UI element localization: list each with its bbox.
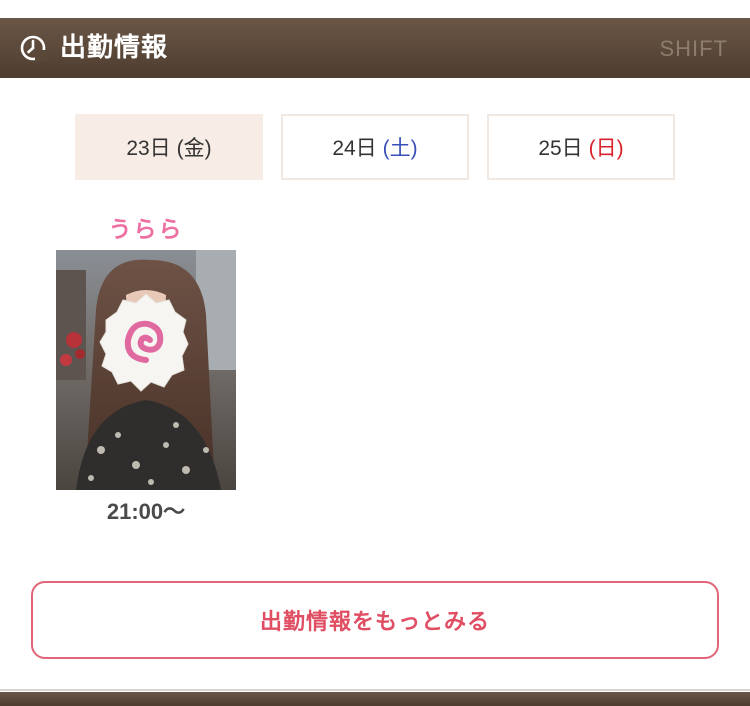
- tab-weekday: (土): [382, 137, 418, 160]
- tab-day-24[interactable]: 24日 (土): [281, 114, 469, 180]
- tab-day-25[interactable]: 25日 (日): [487, 114, 675, 180]
- tab-weekday: (日): [588, 137, 624, 160]
- cast-photo[interactable]: [56, 250, 236, 490]
- section-header: 出勤情報 SHIFT: [0, 18, 750, 78]
- tab-day-23[interactable]: 23日 (金): [75, 114, 263, 180]
- next-section-header: [0, 692, 750, 706]
- section-subtitle: SHIFT: [659, 36, 728, 61]
- tab-date: 25日: [538, 137, 583, 160]
- clock-icon: [20, 35, 46, 61]
- section-title: 出勤情報: [60, 33, 169, 63]
- cast-start-time: 21:00〜: [106, 499, 186, 524]
- top-spacer: [0, 0, 750, 18]
- tab-date: 23日: [126, 137, 171, 160]
- tab-date: 24日: [332, 137, 377, 160]
- tab-weekday: (金): [176, 137, 212, 160]
- more-schedule-button[interactable]: 出勤情報をもっとみる: [31, 581, 719, 659]
- cast-name[interactable]: うらら: [56, 214, 236, 246]
- divider: [0, 689, 750, 691]
